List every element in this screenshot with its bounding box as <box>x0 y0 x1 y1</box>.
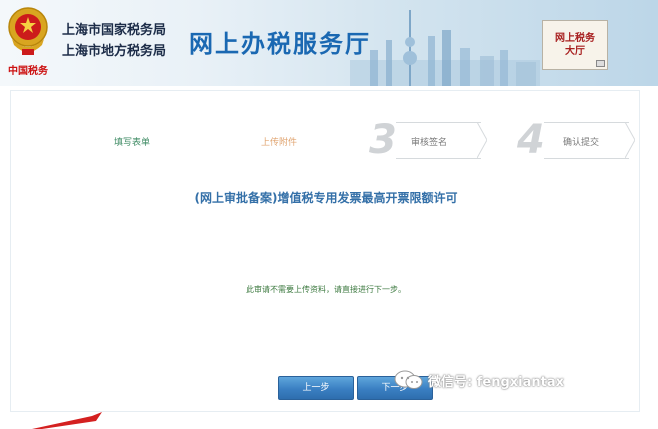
badge-line-1: 网上税务 <box>555 33 595 44</box>
bureau-local: 上海市地方税务局 <box>62 44 167 59</box>
step-fill-form: 填写表单 <box>114 138 151 148</box>
wechat-watermark: 微信号: fengxiantax <box>394 369 564 391</box>
step-4-number: 4 <box>517 117 545 163</box>
red-ribbon-decoration <box>32 412 102 429</box>
step-confirm-submit: 确认提交 <box>563 138 600 148</box>
step-upload-attachments: 上传附件 <box>261 138 298 148</box>
progress-steps: 填写表单 上传附件 3 审核签名 4 确认提交 <box>11 118 641 162</box>
bureau-names: 上海市国家税务局 上海市地方税务局 <box>62 20 166 62</box>
watermark-text: 微信号: fengxiantax <box>428 374 564 390</box>
no-upload-notice: 此审请不需要上传资料，请直接进行下一步。 <box>246 285 406 294</box>
step-review-sign: 审核签名 <box>411 138 448 148</box>
city-skyline-icon <box>350 10 540 86</box>
emblem-caption: 中国税务 <box>8 66 48 77</box>
chevron-right-icon <box>477 122 487 158</box>
bureau-national: 上海市国家税务局 <box>62 23 167 38</box>
form-panel: 填写表单 上传附件 3 审核签名 4 确认提交 (网上审批备案)增值税专用发票最… <box>10 90 640 412</box>
badge-line-2: 大厅 <box>565 46 585 57</box>
wechat-icon <box>394 370 423 389</box>
tax-emblem-icon <box>8 7 48 55</box>
hall-title: 网上办税服务厅 <box>189 30 371 58</box>
previous-step-button[interactable]: 上一步 <box>278 376 354 400</box>
site-header: 中国税务 上海市国家税务局 上海市地方税务局 网上办税服务厅 网上税务 大厅 <box>0 0 658 86</box>
step-3-number: 3 <box>369 117 397 163</box>
chevron-right-icon <box>625 122 635 158</box>
online-hall-badge[interactable]: 网上税务 大厅 <box>542 20 608 70</box>
expand-icon <box>596 60 605 67</box>
form-title: (网上审批备案)增值税专用发票最高开票限额许可 <box>194 191 458 205</box>
